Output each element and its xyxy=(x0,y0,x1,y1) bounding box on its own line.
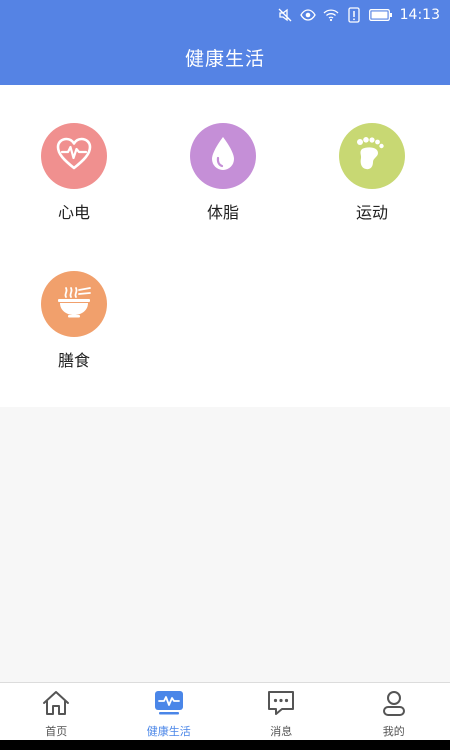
feature-grid: 心电 体脂 运动 膳食 xyxy=(0,85,450,407)
footprint-icon xyxy=(354,136,390,176)
tile-exercise[interactable]: 运动 xyxy=(312,123,432,223)
tile-label-ecg: 心电 xyxy=(57,203,90,222)
tile-label-diet: 膳食 xyxy=(57,351,90,370)
ecg-circle xyxy=(41,123,107,189)
tab-label-home: 首页 xyxy=(45,725,68,738)
profile-icon xyxy=(379,690,409,720)
status-bar: 14:13 xyxy=(0,0,450,30)
tab-health-life[interactable]: 健康生活 xyxy=(113,683,226,740)
exercise-circle xyxy=(339,123,405,189)
food-bowl-icon xyxy=(56,285,92,323)
tab-label-mine: 我的 xyxy=(382,725,405,738)
wifi-icon xyxy=(323,7,339,23)
battery-icon xyxy=(368,7,393,23)
tile-label-exercise: 运动 xyxy=(355,203,388,222)
tile-diet[interactable]: 膳食 xyxy=(14,271,134,371)
water-drop-icon xyxy=(209,136,237,176)
status-time: 14:13 xyxy=(399,7,440,23)
diet-circle xyxy=(41,271,107,337)
tile-label-body-fat: 体脂 xyxy=(206,203,239,222)
system-nav-strip xyxy=(0,740,450,750)
tab-label-health-life: 健康生活 xyxy=(146,725,191,738)
mute-icon xyxy=(277,7,293,23)
page-title: 健康生活 xyxy=(184,48,265,70)
bottom-tab-bar: 首页 健康生活 消息 我的 xyxy=(0,682,450,740)
tab-mine[interactable]: 我的 xyxy=(338,683,450,740)
tab-label-messages: 消息 xyxy=(270,725,293,738)
eye-icon xyxy=(299,7,316,23)
heart-ecg-icon xyxy=(56,137,92,175)
health-monitor-icon xyxy=(154,690,184,720)
tile-body-fat[interactable]: 体脂 xyxy=(163,123,283,223)
home-icon xyxy=(41,690,71,720)
tab-messages[interactable]: 消息 xyxy=(225,683,338,740)
tile-ecg[interactable]: 心电 xyxy=(14,123,134,223)
tab-home[interactable]: 首页 xyxy=(0,683,113,740)
chat-bubble-icon xyxy=(266,690,296,720)
body-fat-circle xyxy=(190,123,256,189)
sim-alert-icon xyxy=(346,7,362,23)
app-header: 14:13 健康生活 xyxy=(0,0,450,85)
